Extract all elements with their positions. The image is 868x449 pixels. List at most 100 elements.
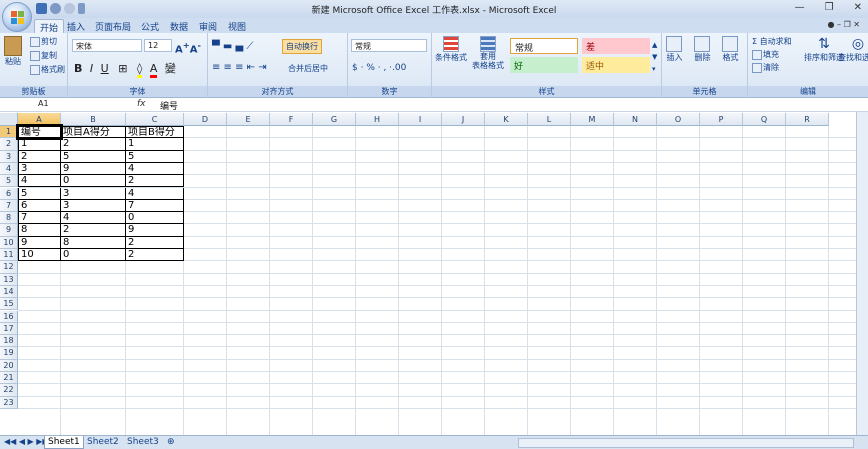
delete-cells-button[interactable]: 删除 <box>694 36 711 63</box>
column-header-r[interactable]: R <box>786 113 829 126</box>
phonetic-icon[interactable]: 變 <box>165 62 176 75</box>
table-cell[interactable]: 4 <box>61 212 126 225</box>
horizontal-align-buttons[interactable]: ≡ ≡ ≡ ⇤ ⇥ <box>212 62 267 73</box>
help-icon[interactable]: ● <box>828 20 835 29</box>
table-cell[interactable]: 9 <box>126 224 184 237</box>
column-header-g[interactable]: G <box>313 113 356 126</box>
tab-view[interactable]: 视图 <box>223 19 251 33</box>
tab-home[interactable]: 开始 <box>34 19 65 34</box>
column-header-h[interactable]: H <box>356 113 399 126</box>
table-cell[interactable]: 1 <box>126 138 184 151</box>
row-header-19[interactable]: 19 <box>0 347 18 360</box>
table-cell[interactable]: 1 <box>18 138 61 151</box>
table-cell[interactable]: 7 <box>18 212 61 225</box>
row-header-10[interactable]: 10 <box>0 236 18 249</box>
restore-icon[interactable]: ❐ <box>825 2 834 13</box>
tab-insert[interactable]: 插入 <box>62 19 90 33</box>
table-cell[interactable]: 2 <box>18 150 61 163</box>
table-cell[interactable]: 4 <box>126 162 184 176</box>
format-cells-button[interactable]: 格式 <box>722 36 739 63</box>
row-header-6[interactable]: 6 <box>0 187 18 200</box>
column-header-l[interactable]: L <box>528 113 571 126</box>
clear-button[interactable]: 清除 <box>752 62 779 73</box>
merge-center-button[interactable]: 合并后居中 <box>288 63 328 74</box>
insert-sheet-button[interactable]: ⊕ <box>164 436 178 449</box>
table-cell[interactable]: 4 <box>126 187 184 200</box>
function-icon[interactable]: fx <box>137 99 146 109</box>
font-color-icon[interactable]: A <box>149 62 158 78</box>
formula-input[interactable]: 编号 <box>160 99 178 112</box>
name-box[interactable]: A1 <box>2 99 98 111</box>
table-cell[interactable]: 6 <box>18 199 61 213</box>
column-header-k[interactable]: K <box>485 113 528 126</box>
style-bad[interactable]: 差 <box>582 38 650 54</box>
sheet-tab-2[interactable]: Sheet2 <box>84 436 122 449</box>
font-size-select[interactable]: 12 <box>144 39 172 52</box>
header-cell[interactable]: 编号 <box>16 123 63 141</box>
table-cell[interactable]: 9 <box>18 236 61 249</box>
table-cell[interactable]: 2 <box>126 249 184 262</box>
horizontal-scrollbar[interactable] <box>518 438 854 448</box>
column-header-m[interactable]: M <box>571 113 614 126</box>
underline-button[interactable]: U <box>101 62 109 75</box>
sheet-tab-3[interactable]: Sheet3 <box>124 436 162 449</box>
table-cell[interactable]: 0 <box>61 249 126 262</box>
row-header-13[interactable]: 13 <box>0 273 18 286</box>
row-header-9[interactable]: 9 <box>0 224 18 237</box>
format-painter-button[interactable]: 格式刷 <box>30 64 65 75</box>
tab-formulas[interactable]: 公式 <box>136 19 164 33</box>
table-cell[interactable]: 2 <box>61 224 126 237</box>
style-normal[interactable]: 常规 <box>510 38 578 54</box>
row-header-5[interactable]: 5 <box>0 175 18 188</box>
close-icon[interactable]: ✕ <box>854 2 862 13</box>
table-cell[interactable]: 2 <box>126 175 184 188</box>
fill-color-icon[interactable]: ◊ <box>136 62 143 78</box>
row-header-7[interactable]: 7 <box>0 199 18 213</box>
table-cell[interactable]: 4 <box>18 175 61 188</box>
table-cell[interactable]: 0 <box>61 175 126 188</box>
row-header-18[interactable]: 18 <box>0 335 18 348</box>
conditional-format-button[interactable]: 条件格式 <box>434 36 468 63</box>
cut-button[interactable]: 剪切 <box>30 36 57 47</box>
vertical-align-buttons[interactable]: ▀ ▬ ▄ ⟋ <box>212 41 253 52</box>
row-header-16[interactable]: 16 <box>0 310 18 323</box>
row-header-14[interactable]: 14 <box>0 285 18 299</box>
number-format-select[interactable]: 常规 <box>351 39 427 52</box>
font-grow-button[interactable]: A+A- <box>175 40 201 55</box>
sheet-nav-buttons[interactable]: ◀◀ ◀ ▶ ▶▶ <box>4 437 49 446</box>
find-select-button[interactable]: ◎查找和选择 <box>838 36 868 63</box>
table-cell[interactable]: 0 <box>126 212 184 225</box>
row-header-17[interactable]: 17 <box>0 322 18 336</box>
table-cell[interactable]: 8 <box>18 224 61 237</box>
bold-button[interactable]: B <box>74 62 82 75</box>
table-cell[interactable]: 10 <box>18 249 61 262</box>
table-cell[interactable]: 3 <box>18 162 61 176</box>
table-cell[interactable]: 9 <box>61 162 126 176</box>
sheet-tab-1[interactable]: Sheet1 <box>44 436 84 449</box>
format-as-table-button[interactable]: 套用 表格格式 <box>470 36 506 70</box>
worksheet-grid[interactable]: A B C D E F G H I J K L M N O P Q R 1 2 3 4 5 6 7 8 9 10 11 12 13 14 15 1… <box>0 113 856 435</box>
tab-page-layout[interactable]: 页面布局 <box>90 19 136 33</box>
table-cell[interactable]: 8 <box>61 236 126 249</box>
select-all-corner[interactable] <box>0 113 18 126</box>
column-header-b[interactable]: B <box>61 113 126 126</box>
row-header-23[interactable]: 23 <box>0 396 18 409</box>
fill-button[interactable]: 填充 <box>752 49 779 60</box>
header-cell[interactable]: 项目A得分 <box>61 126 126 139</box>
font-name-select[interactable]: 宋体 <box>72 39 142 52</box>
row-header-20[interactable]: 20 <box>0 359 18 372</box>
table-cell[interactable]: 7 <box>126 199 184 213</box>
row-header-21[interactable]: 21 <box>0 372 18 385</box>
column-header-q[interactable]: Q <box>743 113 786 126</box>
row-header-2[interactable]: 2 <box>0 138 18 151</box>
italic-button[interactable]: I <box>90 62 93 75</box>
autosum-button[interactable]: Σ 自动求和 <box>752 36 792 47</box>
column-header-f[interactable]: F <box>270 113 313 126</box>
column-header-o[interactable]: O <box>657 113 700 126</box>
row-header-15[interactable]: 15 <box>0 298 18 311</box>
table-cell[interactable]: 3 <box>61 199 126 213</box>
column-header-d[interactable]: D <box>184 113 227 126</box>
table-cell[interactable]: 2 <box>61 138 126 151</box>
copy-button[interactable]: 复制 <box>30 50 57 61</box>
style-neutral[interactable]: 适中 <box>582 57 650 73</box>
